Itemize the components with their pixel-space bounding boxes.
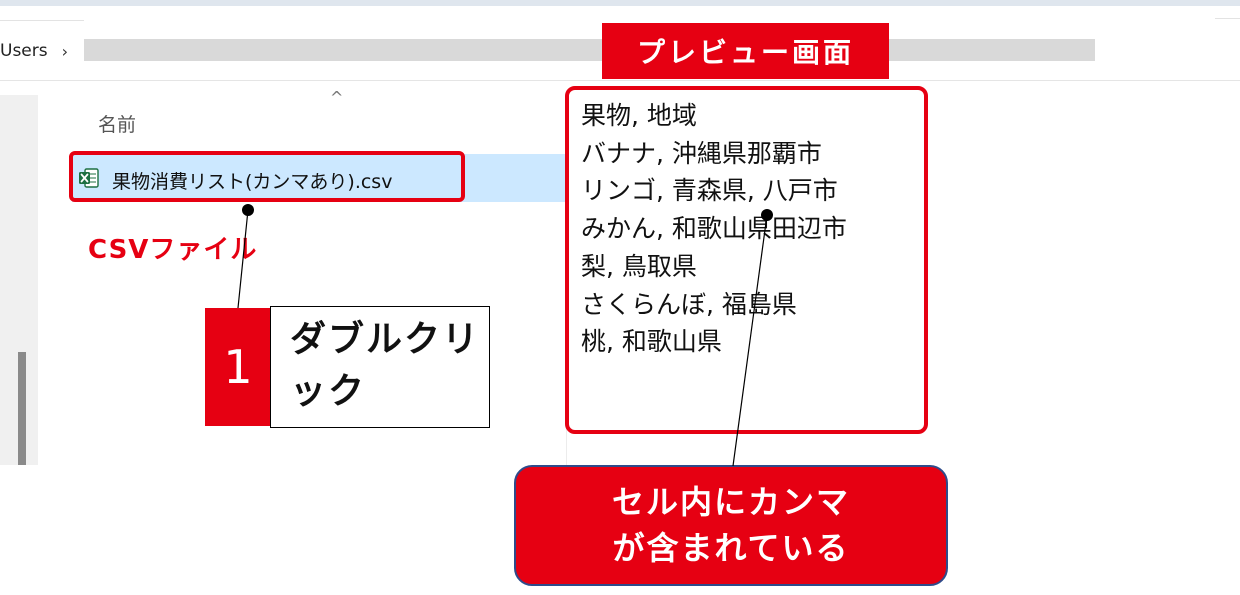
preview-line: 桃, 和歌山県 (581, 327, 722, 357)
sort-ascending-icon[interactable]: ^ (330, 88, 343, 107)
divider (1215, 18, 1240, 19)
leader-dot-file (242, 204, 254, 216)
navigation-scrollbar[interactable] (18, 352, 26, 465)
column-header-name[interactable]: 名前 (98, 110, 136, 137)
chevron-right-icon[interactable]: › (62, 42, 68, 61)
preview-line: リンゴ, 青森県, 八戸市 (581, 176, 838, 206)
redacted-path-bar (84, 39, 1095, 61)
callout-line-1: セル内にカンマ (611, 483, 850, 521)
preview-line: 梨, 鳥取県 (581, 251, 697, 281)
divider (0, 20, 84, 21)
preview-content: 果物, 地域 バナナ, 沖縄県那覇市 リンゴ, 青森県, 八戸市 みかん, 和歌… (581, 97, 847, 361)
window-top-strip (0, 0, 1240, 6)
preview-line: 果物, 地域 (581, 101, 697, 130)
callout-line-2: が含まれている (612, 529, 850, 567)
breadcrumb[interactable]: Users › (0, 38, 68, 64)
file-name[interactable]: 果物消費リスト(カンマあり).csv (112, 167, 392, 194)
breadcrumb-users[interactable]: Users (0, 41, 48, 61)
excel-csv-icon (79, 168, 99, 188)
step-instruction-text: ダブルクリック (290, 319, 481, 412)
divider (0, 80, 1240, 81)
preview-title: プレビュー画面 (602, 23, 889, 79)
preview-line: バナナ, 沖縄県那覇市 (581, 138, 822, 168)
step-number-badge: 1 (205, 308, 271, 426)
preview-line: みかん, 和歌山県田辺市 (581, 214, 847, 244)
preview-line: さくらんぼ, 福島県 (581, 289, 797, 319)
comma-callout: セル内にカンマ が含まれている (514, 465, 948, 586)
csv-file-label: CSVファイル (88, 235, 258, 265)
